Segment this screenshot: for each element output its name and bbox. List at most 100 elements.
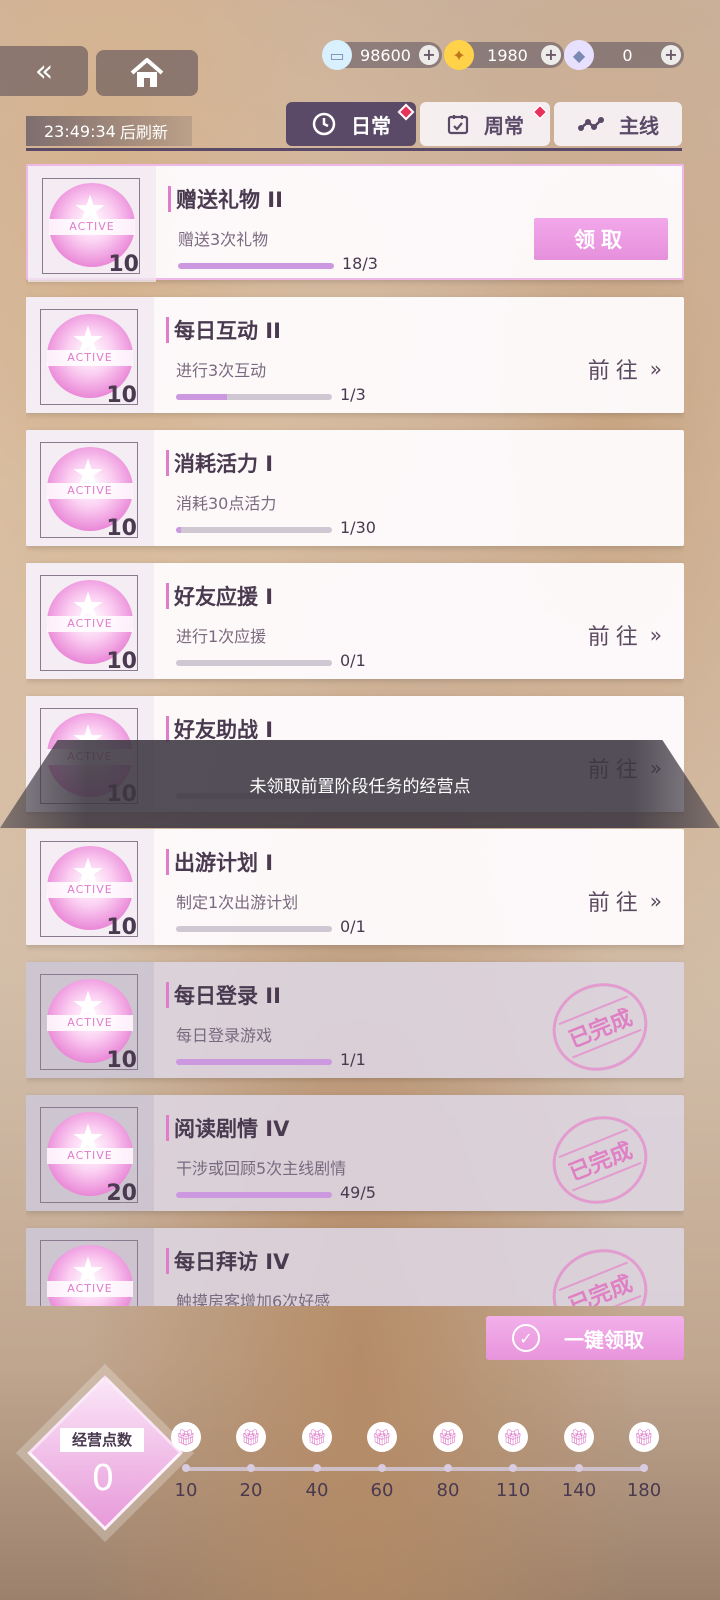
active-badge: ★ACTIVE10 [40, 841, 138, 940]
task-description: 进行1次应援 [176, 627, 267, 646]
points-value: 0 [91, 1458, 115, 1499]
crystal-icon: ◆ [564, 40, 594, 70]
goto-button[interactable]: 前往» [588, 619, 662, 651]
task-title: 好友应援 I [174, 585, 274, 609]
task-progress-bar [176, 394, 332, 400]
badge-active-label: ACTIVE [47, 483, 133, 499]
gift-icon: 🎁︎ [433, 1422, 463, 1452]
task-progress-fill [176, 1192, 332, 1198]
title-accent [166, 583, 169, 609]
task-progress-fill [176, 527, 181, 533]
milestone[interactable]: 🎁︎ 10 [156, 1422, 216, 1501]
task-progress-fill [176, 1059, 332, 1065]
milestone[interactable]: 🎁︎ 110 [483, 1422, 543, 1501]
milestone-value: 80 [436, 1480, 460, 1501]
one-key-claim-label: 一键领取 [564, 1327, 644, 1352]
milestone[interactable]: 🎁︎ 80 [418, 1422, 478, 1501]
banknote-icon: ▭ [322, 40, 352, 70]
milestone-node [444, 1464, 452, 1472]
add-resource-button[interactable]: + [419, 45, 439, 65]
milestone[interactable]: 🎁︎ 40 [287, 1422, 347, 1501]
active-badge: ★ACTIVE10 [40, 575, 138, 674]
completed-stamp: 已完成 [539, 1102, 661, 1218]
title-accent [168, 186, 171, 212]
task-card: ★ ACTIVE 每日拜访 IV 触摸房客增加6次好感 已完成 [26, 1228, 684, 1306]
task-description: 进行3次互动 [176, 361, 267, 380]
task-description: 消耗30点活力 [176, 494, 277, 513]
goto-label: 前往 [587, 625, 644, 650]
toast-text: 未领取前置阶段任务的经营点 [249, 776, 471, 797]
add-resource-button[interactable]: + [661, 45, 681, 65]
goto-button[interactable]: 前往» [588, 353, 662, 385]
milestone-value: 110 [495, 1480, 531, 1501]
task-progress-bar [176, 527, 332, 533]
task-description: 干涉或回顾5次主线剧情 [176, 1159, 347, 1178]
task-progress-text: 1/1 [340, 1050, 366, 1069]
refresh-time: 23:49:34 [44, 121, 116, 141]
milestone[interactable]: 🎁︎ 20 [221, 1422, 281, 1501]
milestone-node [575, 1464, 583, 1472]
gift-icon: 🎁︎ [367, 1422, 397, 1452]
task-points: 20 [106, 1181, 137, 1206]
milestone[interactable]: 🎁︎ 140 [549, 1422, 609, 1501]
milestone[interactable]: 🎁︎ 180 [614, 1422, 674, 1501]
task-progress-text: 1/3 [340, 385, 366, 404]
back-button[interactable]: « [0, 46, 88, 96]
check-icon: ✓ [512, 1324, 540, 1352]
milestone-node [509, 1464, 517, 1472]
badge-active-label: ACTIVE [47, 350, 133, 366]
task-title: 每日登录 II [174, 984, 281, 1008]
badge-active-label: ACTIVE [47, 882, 133, 898]
task-points: 10 [106, 1048, 137, 1073]
calendar-icon [446, 112, 470, 136]
milestone-node [247, 1464, 255, 1472]
task-progress-fill [178, 263, 334, 269]
milestone-value: 60 [370, 1480, 394, 1501]
task-progress-text: 1/30 [340, 518, 376, 537]
goto-button[interactable]: 前往» [588, 885, 662, 917]
milestone-node [378, 1464, 386, 1472]
one-key-claim-button[interactable]: ✓ 一键领取 [486, 1316, 684, 1360]
task-progress-bar [176, 1192, 332, 1198]
task-progress-text: 0/1 [340, 917, 366, 936]
path-icon [577, 114, 605, 134]
task-list[interactable]: ★ ACTIVE 10 赠送礼物 II 赠送3次礼物 18/3 领取 ★ ACTIVE 10 每日互… [26, 164, 684, 1306]
task-progress-text: 0/1 [340, 651, 366, 670]
gift-icon: 🎁︎ [629, 1422, 659, 1452]
milestone-value: 40 [305, 1480, 329, 1501]
badge-active-label: ACTIVE [47, 616, 133, 632]
refresh-suffix: 后刷新 [119, 123, 168, 142]
resource-3: ◆ 0 + [564, 40, 684, 70]
resource-2: ✦ 1980 + [444, 40, 564, 70]
badge-active-label: ACTIVE [49, 219, 135, 235]
task-title: 赠送礼物 II [176, 188, 283, 212]
title-accent [166, 1248, 169, 1274]
task-progress-bar [176, 1059, 332, 1065]
home-button[interactable] [96, 50, 198, 96]
milestone-value: 180 [626, 1480, 662, 1501]
task-points: 10 [108, 252, 139, 277]
title-accent [166, 450, 169, 476]
claim-button[interactable]: 领取 [534, 218, 668, 260]
milestone-node [640, 1464, 648, 1472]
gift-icon: 🎁︎ [236, 1422, 266, 1452]
resource-value: 0 [622, 45, 633, 65]
task-progress-text: 49/5 [340, 1183, 376, 1202]
resource-1: ▭ 98600 + [322, 40, 442, 70]
notification-dot [397, 103, 415, 121]
tab-label: 周常 [484, 113, 524, 138]
title-accent [166, 982, 169, 1008]
milestone[interactable]: 🎁︎ 60 [352, 1422, 412, 1501]
completed-stamp-text: 已完成 [558, 1128, 642, 1192]
resource-value: 98600 [360, 45, 411, 65]
coin-icon: ✦ [444, 40, 474, 70]
tab-underline [26, 148, 682, 151]
tab-2[interactable]: 周常 [420, 102, 550, 146]
task-progress-bar [176, 660, 332, 666]
title-accent [166, 849, 169, 875]
tab-1[interactable]: 日常 [286, 102, 416, 146]
task-points: 10 [106, 649, 137, 674]
active-badge: ★ ACTIVE [40, 1240, 138, 1306]
tab-3[interactable]: 主线 [554, 102, 682, 146]
add-resource-button[interactable]: + [541, 45, 561, 65]
